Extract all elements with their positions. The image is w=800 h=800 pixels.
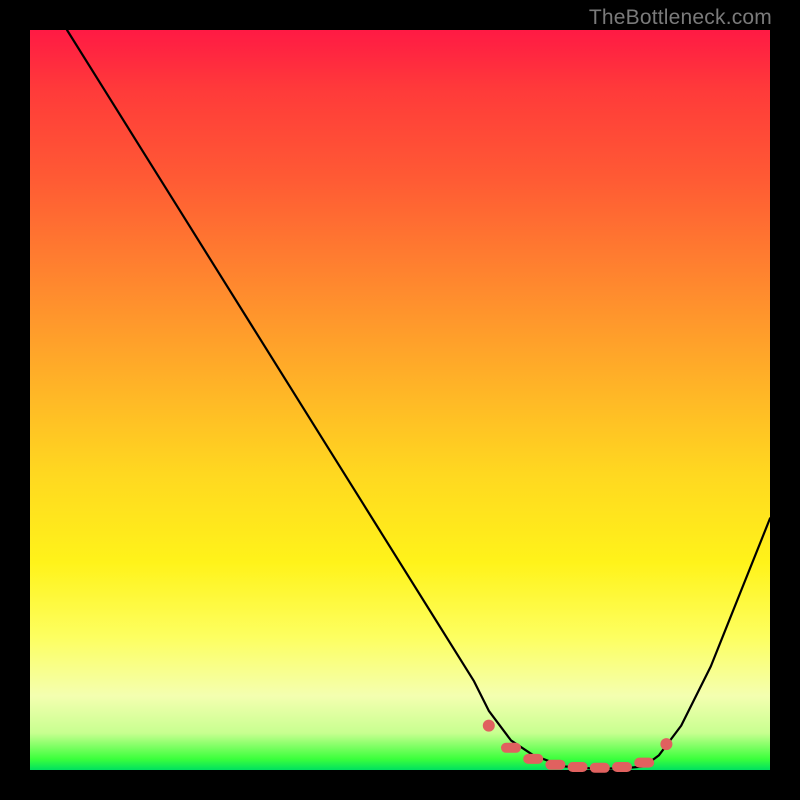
marker-pill	[545, 760, 565, 770]
marker-dot	[660, 738, 672, 750]
marker-pill	[590, 763, 610, 773]
min-markers	[483, 720, 673, 773]
marker-pill	[568, 762, 588, 772]
curve-svg	[30, 30, 770, 770]
watermark-text: TheBottleneck.com	[589, 6, 772, 30]
marker-pill	[523, 754, 543, 764]
marker-dot	[483, 720, 495, 732]
frame: TheBottleneck.com	[0, 0, 800, 800]
marker-pill	[501, 743, 521, 753]
marker-pill	[634, 758, 654, 768]
bottleneck-curve	[67, 30, 770, 769]
gradient-plot-area	[30, 30, 770, 770]
marker-pill	[612, 762, 632, 772]
